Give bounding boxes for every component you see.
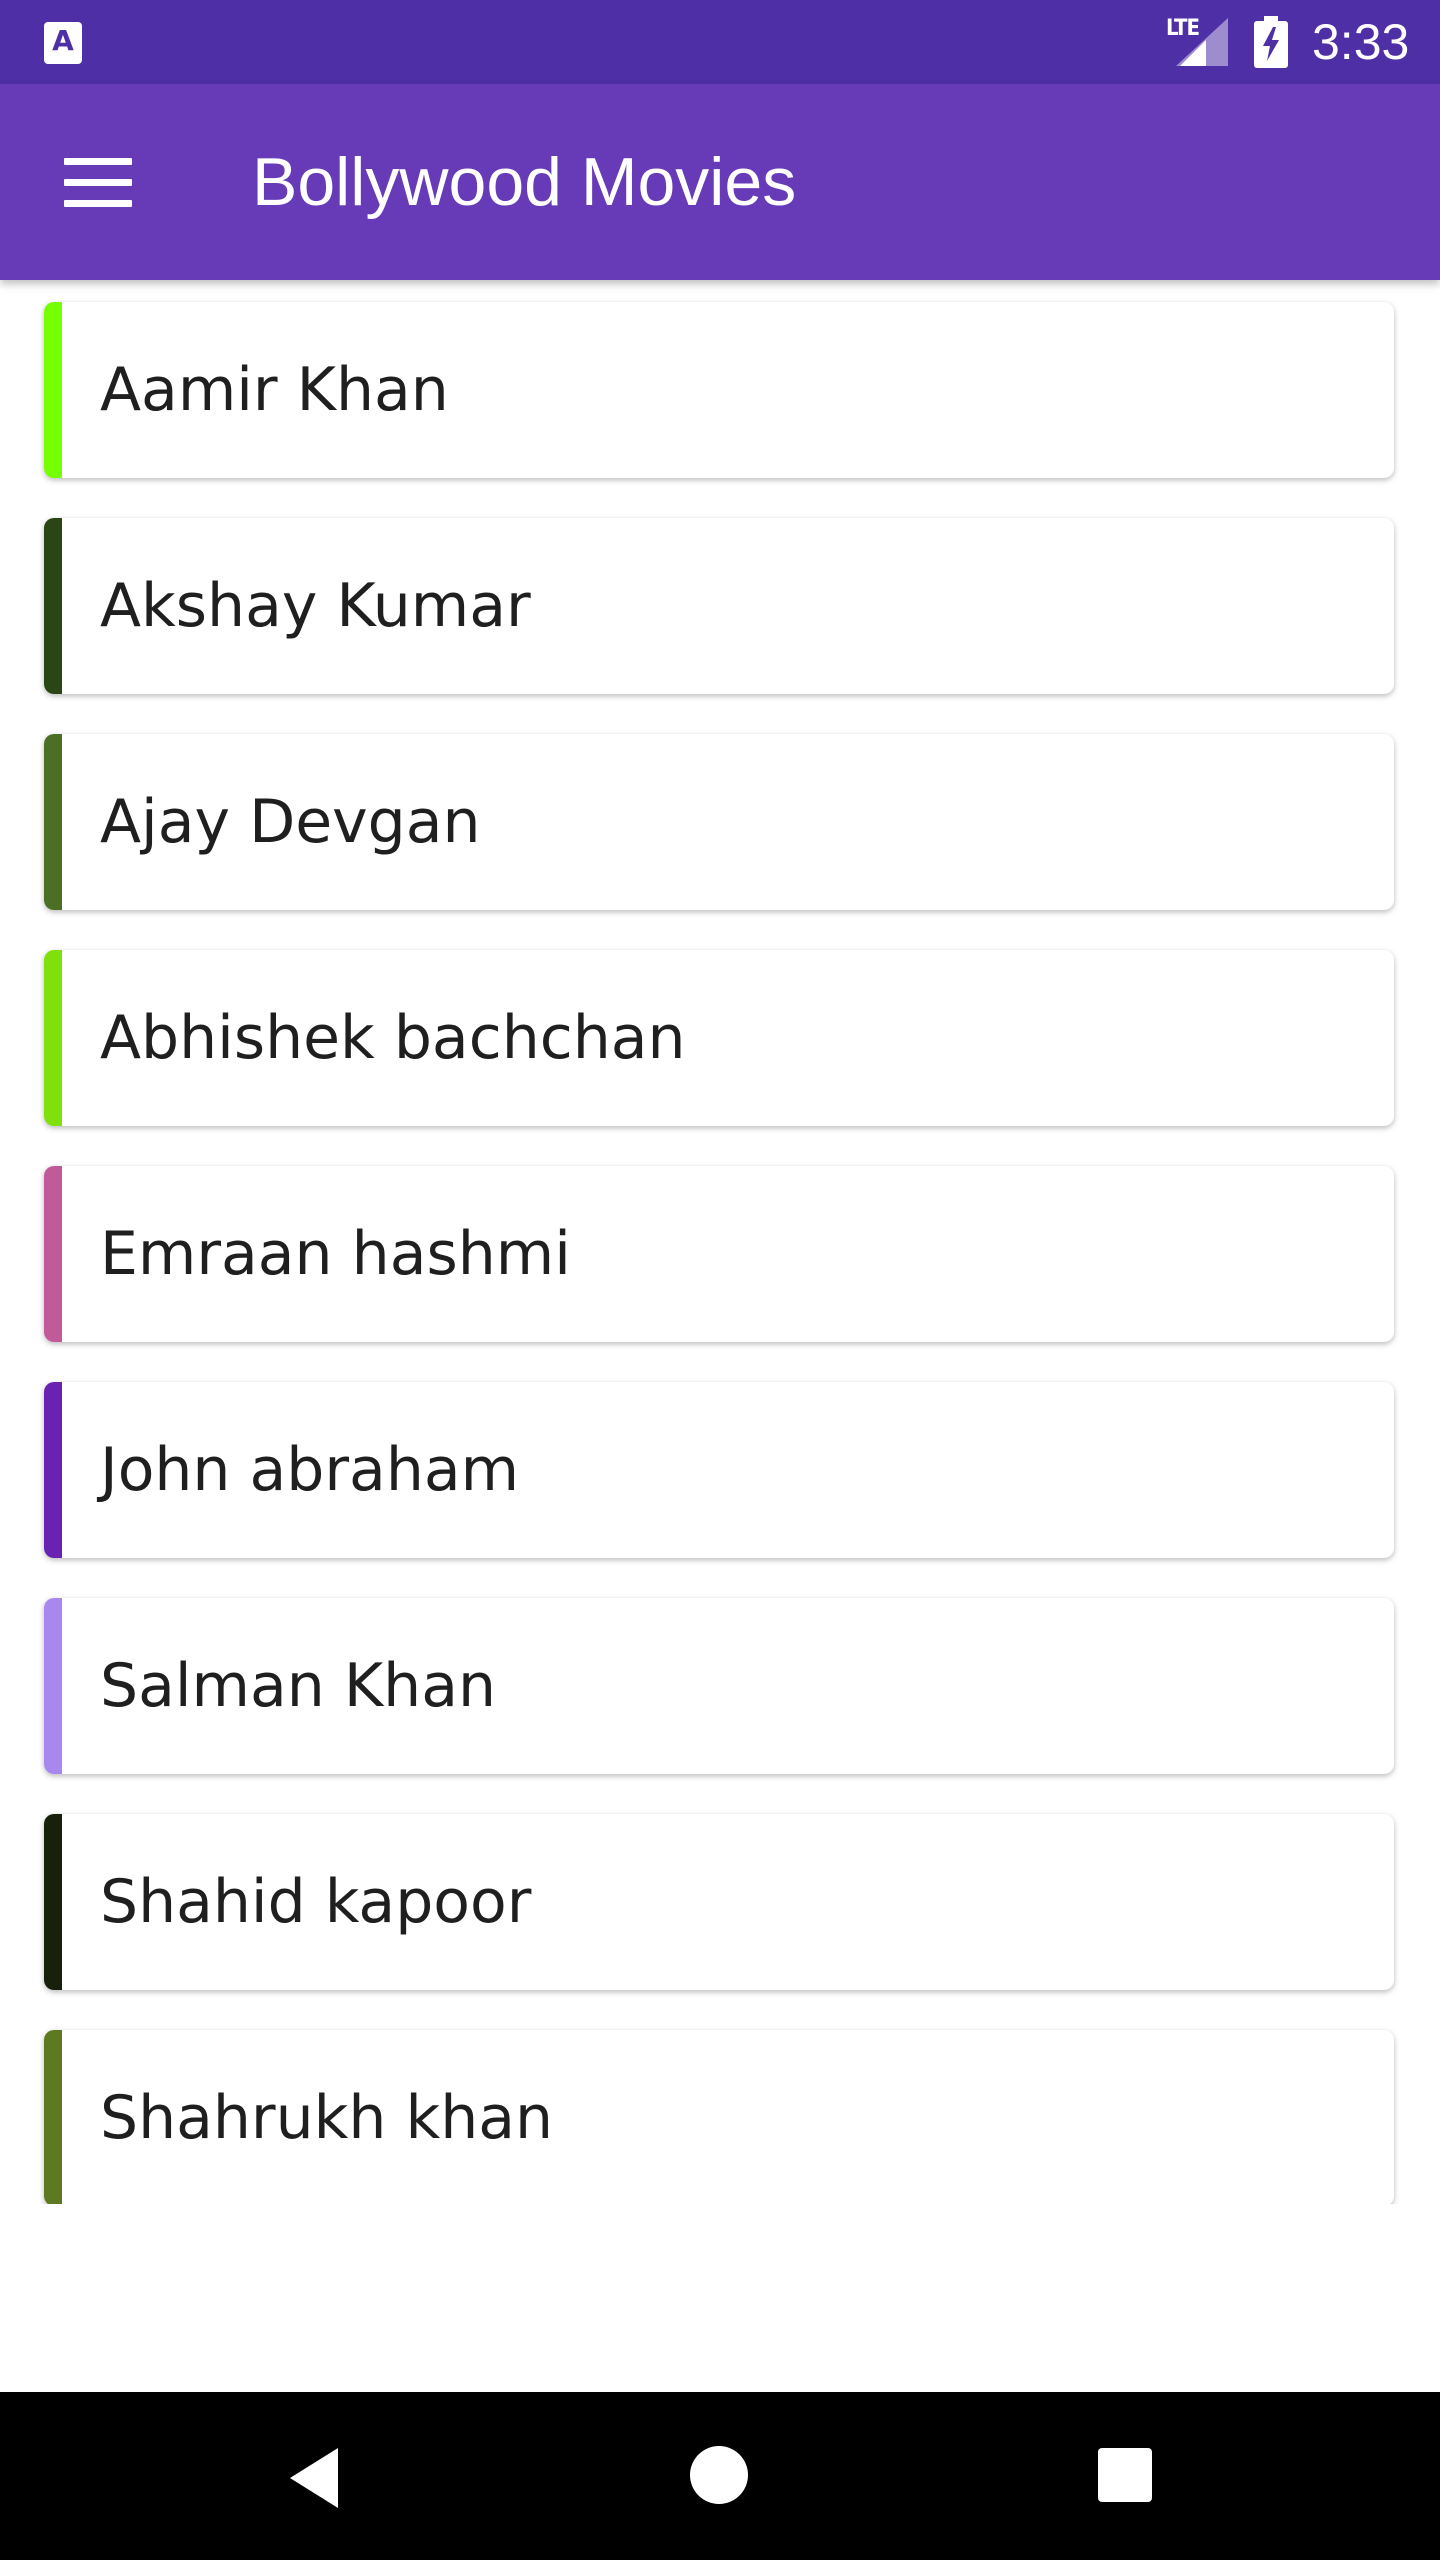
actor-name: Salman Khan <box>100 1651 497 1721</box>
app-bar: Bollywood Movies <box>0 84 1440 280</box>
actor-name: John abraham <box>100 1435 520 1505</box>
actor-name: Ajay Devgan <box>100 787 481 857</box>
actor-name: Shahid kapoor <box>100 1867 532 1937</box>
card-color-stripe <box>44 734 62 910</box>
list-item[interactable]: Shahrukh khan <box>44 2030 1394 2204</box>
card-color-stripe <box>44 302 62 478</box>
list-item[interactable]: Shahid kapoor <box>44 1814 1394 1990</box>
actor-list[interactable]: Aamir Khan Akshay Kumar Ajay Devgan Abhi… <box>0 280 1440 2204</box>
navigation-bar <box>0 2392 1440 2560</box>
hamburger-menu-icon[interactable] <box>36 132 156 232</box>
list-item[interactable]: John abraham <box>44 1382 1394 1558</box>
card-color-stripe <box>44 950 62 1126</box>
battery-charging-icon <box>1254 16 1288 68</box>
list-item[interactable]: Abhishek bachchan <box>44 950 1394 1126</box>
home-icon[interactable] <box>690 2446 748 2504</box>
card-color-stripe <box>44 2030 62 2204</box>
list-item[interactable]: Salman Khan <box>44 1598 1394 1774</box>
list-item[interactable]: Aamir Khan <box>44 302 1394 478</box>
recents-icon[interactable] <box>1098 2448 1152 2502</box>
card-color-stripe <box>44 1598 62 1774</box>
actor-name: Akshay Kumar <box>100 571 531 641</box>
card-color-stripe <box>44 1166 62 1342</box>
list-item[interactable]: Akshay Kumar <box>44 518 1394 694</box>
card-color-stripe <box>44 1382 62 1558</box>
list-item[interactable]: Ajay Devgan <box>44 734 1394 910</box>
page-title: Bollywood Movies <box>252 144 797 220</box>
actor-name: Shahrukh khan <box>100 2083 554 2153</box>
card-color-stripe <box>44 518 62 694</box>
card-color-stripe <box>44 1814 62 1990</box>
app-notification-icon: A <box>44 22 82 64</box>
signal-icon <box>1176 18 1228 66</box>
back-icon[interactable] <box>286 2446 342 2510</box>
actor-name: Aamir Khan <box>100 355 449 425</box>
actor-name: Abhishek bachchan <box>100 1003 686 1073</box>
status-time: 3:33 <box>1312 14 1410 70</box>
status-bar: A LTE 3:33 <box>0 0 1440 84</box>
list-item[interactable]: Emraan hashmi <box>44 1166 1394 1342</box>
actor-name: Emraan hashmi <box>100 1219 571 1289</box>
